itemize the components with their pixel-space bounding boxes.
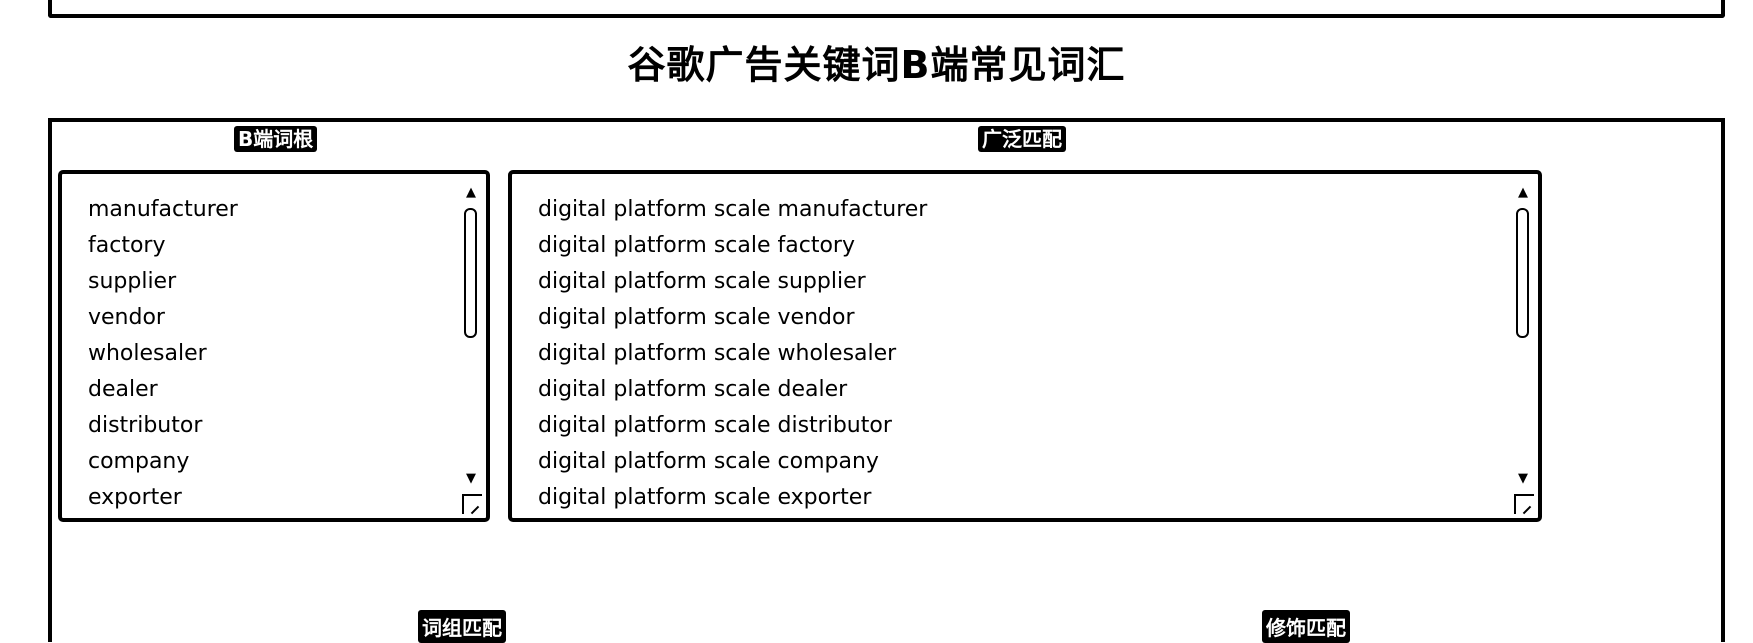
b-root-textarea[interactable]: manufacturer factory supplier vendor wholesa…: [58, 170, 490, 522]
textarea-line: importer: [88, 516, 446, 518]
textarea-line: digital platform scale factory: [538, 233, 855, 258]
resize-grip-icon[interactable]: [1514, 494, 1534, 514]
scroll-up-icon[interactable]: ▲: [1516, 186, 1530, 199]
phrase-match-label: 词组匹配: [418, 610, 506, 643]
broad-match-label: 广泛匹配: [978, 126, 1066, 152]
textarea-line: exporter: [88, 485, 182, 510]
keyword-panel: B端词根 广泛匹配 manufacturer factory supplier ven…: [48, 118, 1725, 642]
textarea-line: wholesaler: [88, 341, 207, 366]
b-root-label: B端词根: [234, 126, 318, 152]
textarea-line: supplier: [88, 269, 177, 294]
scrollbar-thumb[interactable]: [1516, 208, 1529, 338]
scrollbar-thumb[interactable]: [464, 208, 477, 338]
scroll-up-icon[interactable]: ▲: [464, 186, 478, 199]
textarea-line: digital platform scale vendor: [538, 305, 855, 330]
textarea-line: digital platform scale importer: [538, 516, 1498, 518]
textarea-line: digital platform scale manufacturer: [538, 197, 928, 222]
textarea-line: digital platform scale dealer: [538, 377, 848, 402]
textarea-line: distributor: [88, 413, 203, 438]
resize-grip-icon[interactable]: [462, 494, 482, 514]
textarea-line: manufacturer: [88, 197, 238, 222]
scroll-down-icon[interactable]: ▼: [1516, 472, 1530, 485]
broad-match-textarea[interactable]: digital platform scale manufacturer digit…: [508, 170, 1542, 522]
scroll-down-icon[interactable]: ▼: [464, 472, 478, 485]
b-root-lines: manufacturer factory supplier vendor wholesa…: [88, 192, 446, 518]
textarea-line: factory: [88, 233, 166, 258]
textarea-line: digital platform scale company: [538, 449, 879, 474]
textarea-line: digital platform scale distributor: [538, 413, 892, 438]
modifier-match-label: 修饰匹配: [1262, 610, 1350, 643]
textarea-line: dealer: [88, 377, 158, 402]
textarea-line: digital platform scale supplier: [538, 269, 866, 294]
broad-match-lines: digital platform scale manufacturer digit…: [538, 192, 1498, 518]
textarea-line: digital platform scale wholesaler: [538, 341, 897, 366]
textarea-line: digital platform scale exporter: [538, 485, 872, 510]
textarea-line: company: [88, 449, 190, 474]
textarea-line: vendor: [88, 305, 165, 330]
top-container: [48, 0, 1725, 18]
page-title: 谷歌广告关键词B端常见词汇: [627, 43, 1126, 87]
